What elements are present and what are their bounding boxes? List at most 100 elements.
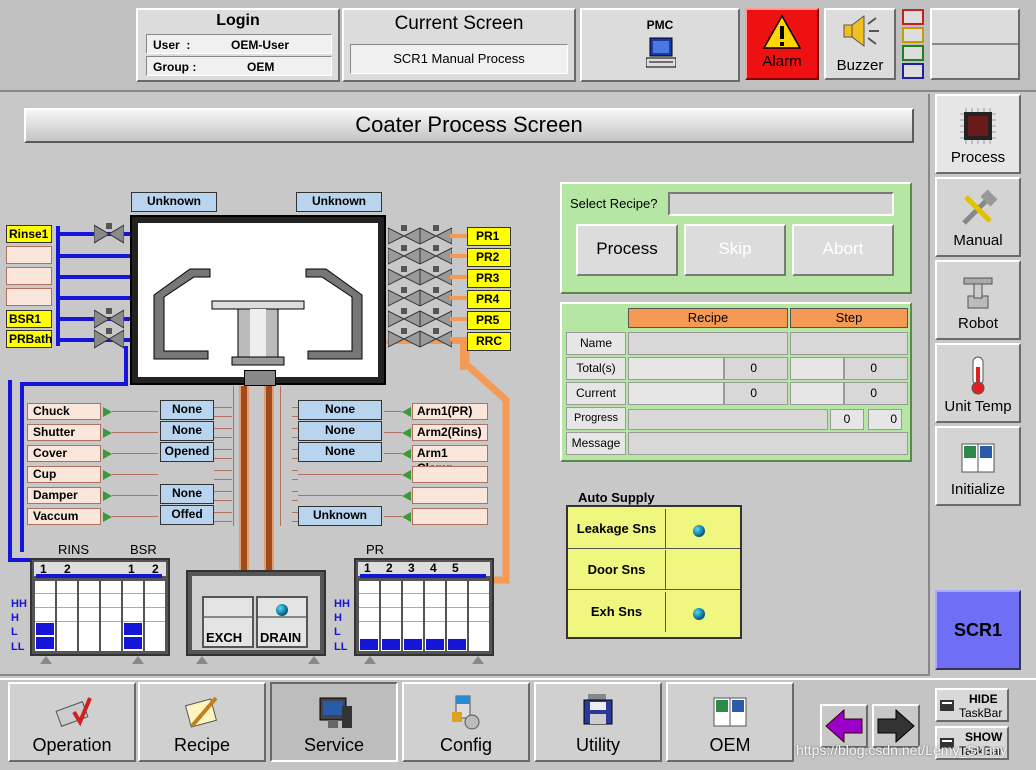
warning-icon	[762, 14, 802, 49]
skip-button[interactable]: Skip	[684, 224, 786, 276]
tank	[446, 580, 468, 652]
level-fill	[124, 637, 142, 649]
left-line-0: Rinse1	[6, 225, 52, 243]
side-nav-robot[interactable]: Robot	[935, 260, 1021, 340]
scr1-label: SCR1	[953, 620, 1002, 640]
tank-mark	[123, 621, 143, 622]
arrow-right-icon	[103, 428, 112, 438]
level-label: H	[11, 612, 19, 624]
connector	[112, 495, 158, 496]
tank	[402, 580, 424, 652]
bottom-nav-config[interactable]: Config	[402, 682, 530, 762]
tank	[100, 580, 122, 652]
sensor-indicator	[693, 525, 705, 537]
select-recipe-field[interactable]	[668, 192, 894, 216]
buzzer-button[interactable]: Buzzer	[824, 8, 896, 80]
info-row-label-2: Current	[566, 382, 626, 405]
valve-icon	[388, 225, 420, 245]
hide-taskbar-button[interactable]: HIDE TaskBar	[935, 688, 1009, 722]
left-io-label-5: Vaccum	[27, 508, 101, 525]
tank	[122, 580, 144, 652]
arrow-left-icon	[402, 470, 411, 480]
tank-mark	[403, 593, 423, 594]
valve-icon	[388, 266, 420, 286]
bottom-nav-utility[interactable]: Utility	[534, 682, 662, 762]
right-io-status-0: None	[298, 400, 382, 420]
pr-num-3: 4	[430, 561, 437, 575]
bottom-nav-oem[interactable]: OEM	[666, 682, 794, 762]
auto-supply-label-0: Leakage Sns	[568, 509, 666, 549]
arrow-right-icon	[103, 491, 112, 501]
total-recipe-value: 0	[724, 357, 788, 380]
name-step-field	[790, 332, 908, 355]
alarm-button[interactable]: Alarm	[745, 8, 819, 80]
connector	[384, 432, 402, 433]
bottom-nav-recipe[interactable]: Recipe	[138, 682, 266, 762]
side-nav-unit-temp[interactable]: Unit Temp	[935, 343, 1021, 423]
progress-value-b: 0	[868, 409, 902, 430]
pipe	[450, 275, 468, 279]
total-step-value: 0	[844, 357, 908, 380]
login-user-row: User : OEM-User	[146, 34, 332, 54]
left-line-3	[6, 288, 52, 306]
arrow-left-icon	[825, 708, 863, 744]
pipe	[8, 380, 12, 560]
rins-label: RINS	[58, 542, 90, 557]
level-fill	[404, 639, 422, 650]
process-button[interactable]: Process	[576, 224, 678, 276]
side-nav-label: Initialize	[950, 481, 1006, 498]
side-nav-process[interactable]: Process	[935, 94, 1021, 174]
level-fill	[36, 623, 54, 635]
right-io-status-5: Unknown	[298, 506, 382, 526]
level-label: HH	[11, 598, 27, 610]
side-nav-manual[interactable]: Manual	[935, 177, 1021, 257]
bottom-nav-label: Recipe	[173, 735, 231, 755]
arrow-right-icon	[103, 512, 112, 522]
valve-icon	[420, 245, 452, 265]
tank-mark	[35, 593, 55, 594]
side-nav-initialize[interactable]: Initialize	[935, 426, 1021, 506]
connector	[214, 470, 232, 480]
arrow-left-icon	[402, 407, 411, 417]
tank-foot	[40, 656, 52, 664]
book-icon	[713, 697, 747, 727]
buzzer-label: Buzzer	[836, 57, 884, 74]
bottom-nav-service[interactable]: Service	[270, 682, 398, 762]
message-field	[628, 432, 908, 455]
chip-icon	[960, 108, 996, 144]
login-title: Login	[216, 12, 260, 29]
info-row-label-1: Total(s)	[566, 357, 626, 380]
bottom-nav-operation[interactable]: Operation	[8, 682, 136, 762]
pr-label: PR	[366, 542, 385, 557]
tank-foot	[308, 656, 320, 664]
level-fill	[124, 623, 142, 635]
login-user-value: OEM-User	[231, 38, 290, 52]
right-line-2: PR3	[467, 269, 511, 288]
abort-button[interactable]: Abort	[792, 224, 894, 276]
level-fill	[426, 639, 444, 650]
status-lamp-blue	[902, 63, 924, 79]
side-nav-label: Process	[950, 149, 1006, 166]
computer-icon	[646, 37, 676, 68]
left-manifold-pipe	[56, 226, 60, 346]
side-nav-label: Unit Temp	[944, 398, 1012, 415]
arrow-right-icon	[103, 470, 112, 480]
level-label: HH	[334, 598, 350, 610]
chamber-right-status: Unknown	[296, 192, 382, 212]
current-step-value: 0	[844, 382, 908, 405]
level-fill	[448, 639, 466, 650]
pr-num-0: 1	[364, 561, 371, 575]
connector	[112, 432, 158, 433]
right-io-label-4	[412, 487, 488, 504]
drain-tank[interactable]: DRAIN	[256, 596, 308, 648]
scr1-button[interactable]: SCR1	[935, 590, 1021, 670]
tools-icon	[962, 189, 998, 225]
spacer	[628, 357, 724, 380]
pmc-button[interactable]: PMC	[580, 8, 740, 82]
exch-tank[interactable]: EXCH	[202, 596, 254, 648]
tank-mark	[145, 621, 165, 622]
left-io-label-0: Chuck	[27, 403, 101, 420]
tank-mark	[425, 621, 445, 622]
tank	[78, 580, 100, 652]
speaker-icon	[843, 15, 879, 47]
